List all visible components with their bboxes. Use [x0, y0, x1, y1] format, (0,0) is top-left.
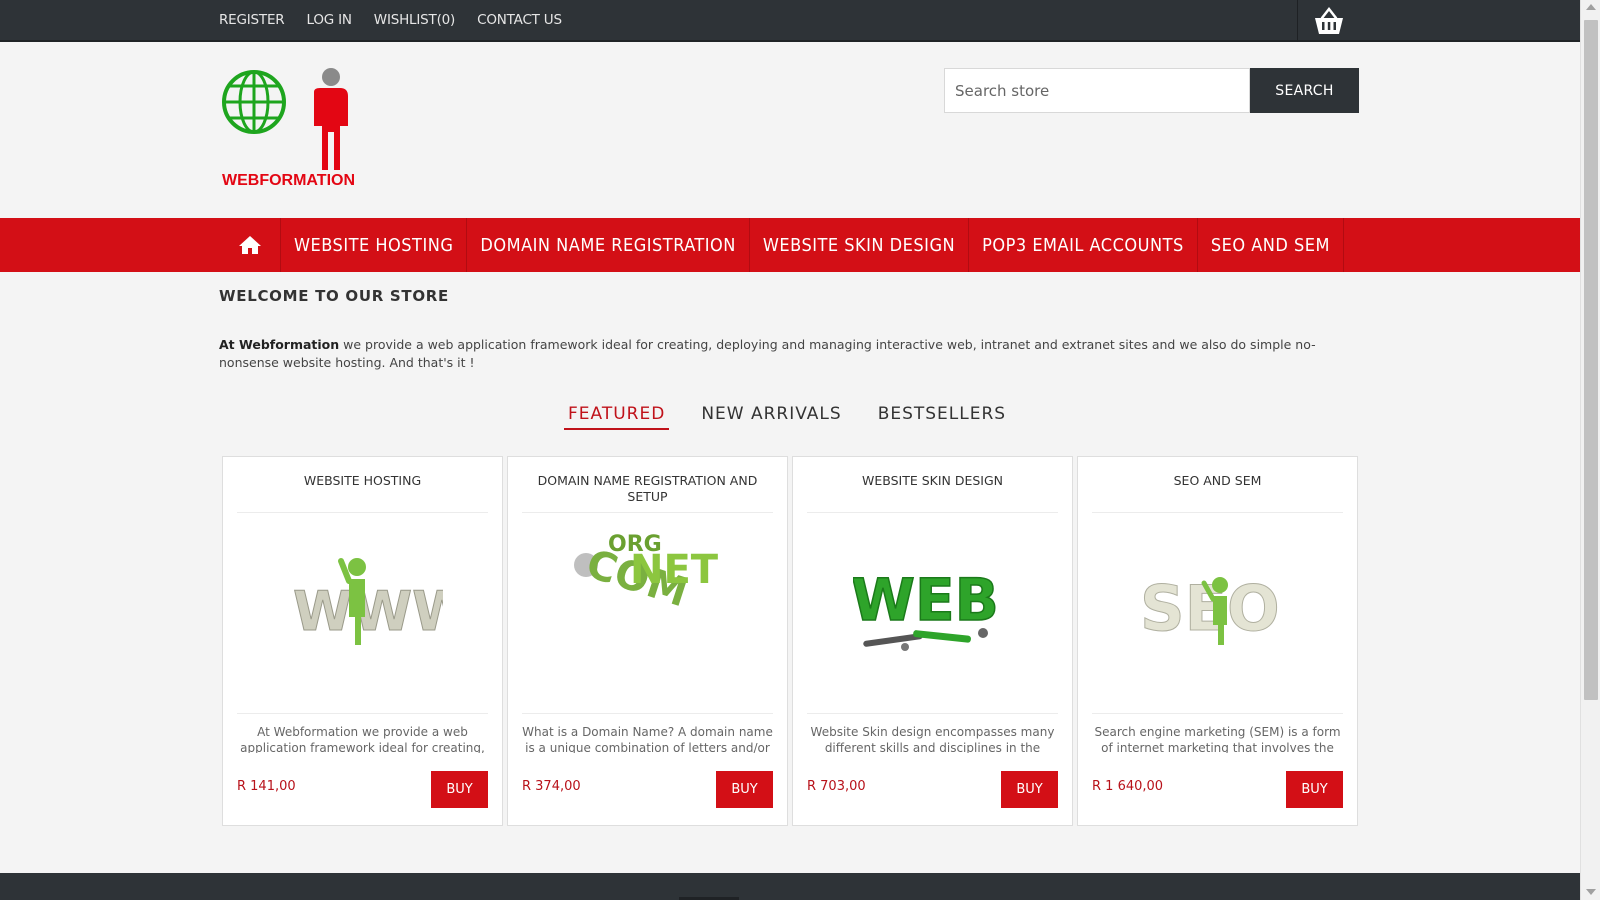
- product-card: SEO AND SEM SEO Search engine marketing …: [1077, 456, 1358, 826]
- nav-domain-name-registration[interactable]: DOMAIN NAME REGISTRATION: [467, 218, 750, 272]
- contact-us-link[interactable]: CONTACT US: [477, 12, 562, 28]
- scrollbar-thumb[interactable]: [1584, 20, 1598, 700]
- product-card: WEBSITE HOSTING WWW At Webformation we p…: [222, 456, 503, 826]
- www-3d-image[interactable]: WWW: [283, 525, 472, 665]
- nav-website-skin-design[interactable]: WEBSITE SKIN DESIGN: [750, 218, 970, 272]
- globe-person-logo-icon: [222, 68, 348, 170]
- site-logo[interactable]: WEBFORMATION: [222, 66, 372, 194]
- product-description: What is a Domain Name? A domain name is …: [522, 713, 773, 753]
- buy-button[interactable]: BUY: [716, 771, 773, 808]
- wishlist-link[interactable]: WISHLIST(0): [374, 12, 455, 28]
- page-title: WELCOME TO OUR STORE: [219, 287, 449, 305]
- svg-text:ORG: ORG: [608, 532, 662, 557]
- product-title[interactable]: WEBSITE HOSTING: [237, 473, 488, 513]
- nav-website-hosting[interactable]: WEBSITE HOSTING: [281, 218, 468, 272]
- page-scrollbar[interactable]: [1580, 0, 1600, 900]
- product-price: R 703,00: [807, 779, 866, 794]
- product-title[interactable]: WEBSITE SKIN DESIGN: [807, 473, 1058, 513]
- web-3d-image[interactable]: WEB: [850, 525, 1013, 665]
- nav-seo-and-sem[interactable]: SEO AND SEM: [1198, 218, 1344, 272]
- product-card: WEBSITE SKIN DESIGN WEB Website Skin des…: [792, 456, 1073, 826]
- register-link[interactable]: REGISTER: [219, 12, 285, 28]
- seo-3d-image[interactable]: SEO: [1138, 525, 1298, 665]
- buy-button[interactable]: BUY: [1286, 771, 1343, 808]
- footer: [0, 873, 1580, 900]
- product-card: DOMAIN NAME REGISTRATION AND SETUP COM N…: [507, 456, 788, 826]
- product-price: R 1 640,00: [1092, 779, 1164, 794]
- cart-divider: [1297, 0, 1298, 42]
- top-bar: REGISTER LOG IN WISHLIST(0) CONTACT US: [0, 0, 1580, 42]
- svg-text:SEO: SEO: [1140, 572, 1280, 645]
- product-description: At Webformation we provide a web applica…: [237, 713, 488, 753]
- svg-text:WEB: WEB: [853, 566, 999, 634]
- nav-pop3-email-accounts[interactable]: POP3 EMAIL ACCOUNTS: [969, 218, 1198, 272]
- product-title[interactable]: DOMAIN NAME REGISTRATION AND SETUP: [522, 473, 773, 513]
- tab-new-arrivals[interactable]: NEW ARRIVALS: [697, 404, 845, 430]
- tab-featured[interactable]: FEATURED: [564, 404, 670, 430]
- svg-text:WWW: WWW: [293, 580, 443, 643]
- product-description: Website Skin design encompasses many dif…: [807, 713, 1058, 753]
- scroll-down-arrow-icon[interactable]: [1586, 889, 1596, 895]
- login-link[interactable]: LOG IN: [306, 12, 352, 28]
- scroll-up-arrow-icon[interactable]: [1586, 4, 1596, 10]
- tab-bestsellers[interactable]: BESTSELLERS: [874, 404, 1010, 430]
- intro-text: At Webformation we provide a web applica…: [219, 336, 1339, 372]
- search-input[interactable]: [944, 68, 1250, 113]
- header-links: REGISTER LOG IN WISHLIST(0) CONTACT US: [219, 12, 562, 28]
- buy-button[interactable]: BUY: [1001, 771, 1058, 808]
- domain-3d-image[interactable]: COM NET ORG: [568, 525, 728, 665]
- product-price: R 374,00: [522, 779, 581, 794]
- buy-button[interactable]: BUY: [431, 771, 488, 808]
- intro-strong: At Webformation: [219, 337, 340, 352]
- logo-text: WEBFORMATION: [222, 172, 356, 189]
- basket-icon[interactable]: [1312, 5, 1346, 37]
- search-bar: SEARCH: [944, 68, 1359, 113]
- product-title[interactable]: SEO AND SEM: [1092, 473, 1343, 513]
- product-price: R 141,00: [237, 779, 296, 794]
- search-button[interactable]: SEARCH: [1250, 68, 1359, 113]
- product-grid: WEBSITE HOSTING WWW At Webformation we p…: [222, 456, 1358, 826]
- main-nav: WEBSITE HOSTING DOMAIN NAME REGISTRATION…: [0, 218, 1580, 272]
- intro-rest: we provide a web application framework i…: [219, 337, 1316, 370]
- home-icon[interactable]: [219, 218, 281, 272]
- product-tabs: FEATURED NEW ARRIVALS BESTSELLERS: [564, 404, 1038, 430]
- product-description: Search engine marketing (SEM) is a form …: [1092, 713, 1343, 753]
